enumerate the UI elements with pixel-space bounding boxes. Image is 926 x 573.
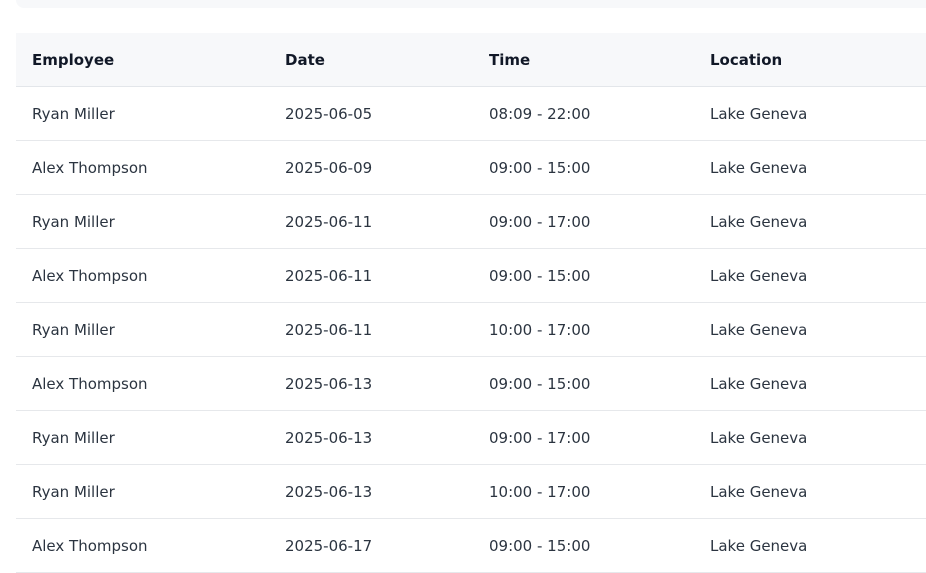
- top-card: [16, 0, 926, 8]
- date-cell: 2025-06-09: [285, 159, 373, 177]
- table-row[interactable]: Alex Thompson 2025-06-11 09:00 - 15:00 L…: [16, 249, 926, 303]
- employee-cell: Ryan Miller: [32, 321, 115, 339]
- column-header-date[interactable]: Date: [285, 33, 325, 87]
- table-row[interactable]: Alex Thompson 2025-06-17 09:00 - 15:00 L…: [16, 519, 926, 573]
- time-cell: 08:09 - 22:00: [489, 105, 591, 123]
- location-cell: Lake Geneva: [710, 375, 808, 393]
- location-cell: Lake Geneva: [710, 267, 808, 285]
- date-cell: 2025-06-05: [285, 105, 373, 123]
- time-cell: 10:00 - 17:00: [489, 483, 591, 501]
- time-cell: 09:00 - 17:00: [489, 429, 591, 447]
- employee-cell: Alex Thompson: [32, 375, 148, 393]
- employee-cell: Ryan Miller: [32, 105, 115, 123]
- table-row[interactable]: Ryan Miller 2025-06-13 10:00 - 17:00 Lak…: [16, 465, 926, 519]
- table-row[interactable]: Ryan Miller 2025-06-11 09:00 - 17:00 Lak…: [16, 195, 926, 249]
- employee-cell: Ryan Miller: [32, 429, 115, 447]
- time-cell: 09:00 - 17:00: [489, 213, 591, 231]
- location-cell: Lake Geneva: [710, 105, 808, 123]
- time-cell: 09:00 - 15:00: [489, 159, 591, 177]
- date-cell: 2025-06-13: [285, 375, 373, 393]
- location-cell: Lake Geneva: [710, 429, 808, 447]
- location-cell: Lake Geneva: [710, 159, 808, 177]
- time-cell: 09:00 - 15:00: [489, 375, 591, 393]
- table-row[interactable]: Alex Thompson 2025-06-13 09:00 - 15:00 L…: [16, 357, 926, 411]
- time-cell: 09:00 - 15:00: [489, 537, 591, 555]
- column-header-employee[interactable]: Employee: [32, 33, 114, 87]
- date-cell: 2025-06-11: [285, 321, 373, 339]
- column-header-location[interactable]: Location: [710, 33, 782, 87]
- date-cell: 2025-06-13: [285, 483, 373, 501]
- date-cell: 2025-06-11: [285, 267, 373, 285]
- column-header-time[interactable]: Time: [489, 33, 530, 87]
- time-cell: 09:00 - 15:00: [489, 267, 591, 285]
- table-row[interactable]: Ryan Miller 2025-06-13 09:00 - 17:00 Lak…: [16, 411, 926, 465]
- employee-cell: Alex Thompson: [32, 537, 148, 555]
- employee-cell: Alex Thompson: [32, 267, 148, 285]
- table-row[interactable]: Ryan Miller 2025-06-11 10:00 - 17:00 Lak…: [16, 303, 926, 357]
- employee-cell: Ryan Miller: [32, 213, 115, 231]
- employee-cell: Ryan Miller: [32, 483, 115, 501]
- location-cell: Lake Geneva: [710, 483, 808, 501]
- location-cell: Lake Geneva: [710, 537, 808, 555]
- table-header-row: Employee Date Time Location: [16, 33, 926, 87]
- time-cell: 10:00 - 17:00: [489, 321, 591, 339]
- shifts-table: Employee Date Time Location Ryan Miller …: [16, 33, 926, 573]
- date-cell: 2025-06-13: [285, 429, 373, 447]
- table-row[interactable]: Alex Thompson 2025-06-09 09:00 - 15:00 L…: [16, 141, 926, 195]
- location-cell: Lake Geneva: [710, 321, 808, 339]
- employee-cell: Alex Thompson: [32, 159, 148, 177]
- table-row[interactable]: Ryan Miller 2025-06-05 08:09 - 22:00 Lak…: [16, 87, 926, 141]
- date-cell: 2025-06-11: [285, 213, 373, 231]
- date-cell: 2025-06-17: [285, 537, 373, 555]
- location-cell: Lake Geneva: [710, 213, 808, 231]
